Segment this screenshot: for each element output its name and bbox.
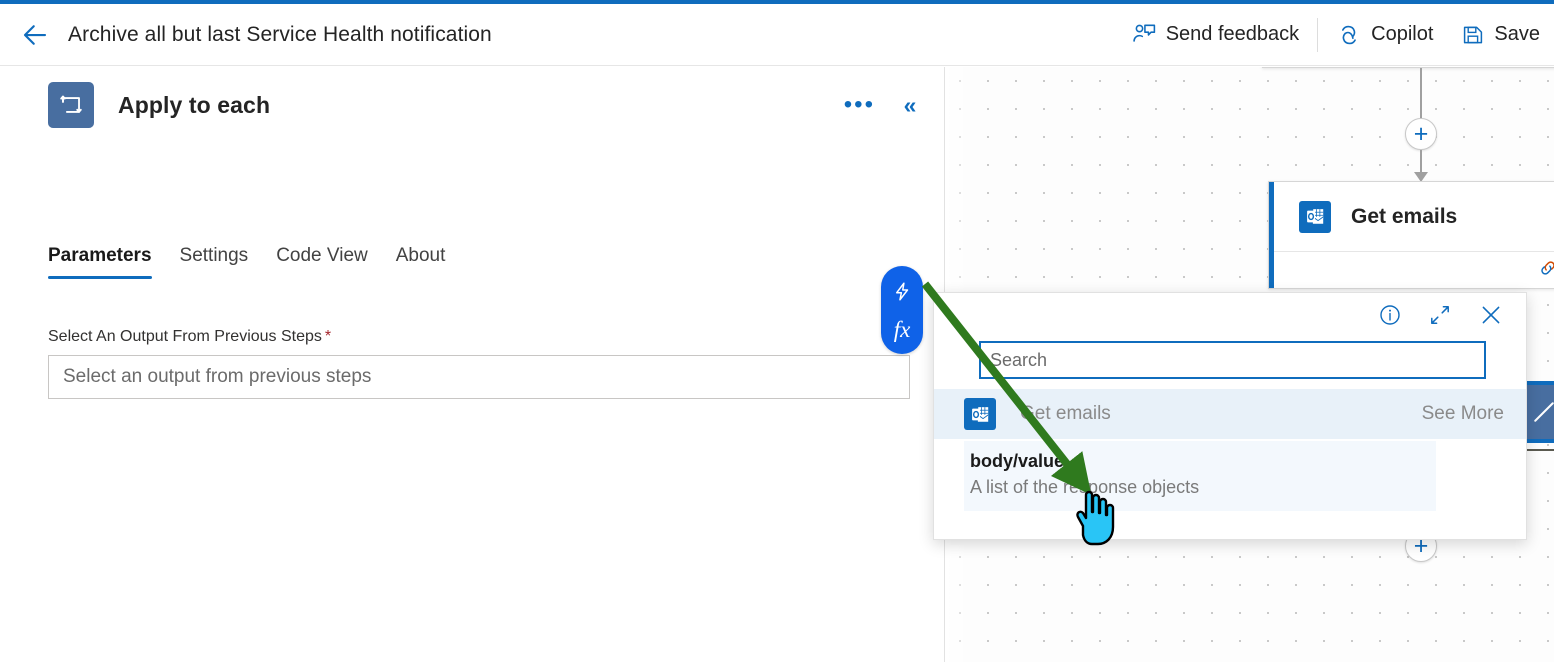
tab-about[interactable]: About bbox=[382, 245, 460, 279]
dynamic-content-item-name: body/value bbox=[970, 451, 1065, 471]
copilot-icon bbox=[1336, 22, 1362, 48]
apply-to-each-loop-icon bbox=[48, 82, 94, 128]
tab-parameters[interactable]: Parameters bbox=[48, 245, 166, 279]
person-feedback-icon bbox=[1132, 22, 1157, 47]
flow-node-get-emails-header: Get emails bbox=[1269, 182, 1554, 251]
save-label: Save bbox=[1494, 23, 1540, 45]
outlook-icon bbox=[1299, 200, 1331, 233]
dynamic-content-item-description: A list of the response objects bbox=[970, 477, 1200, 497]
connector-line-upper bbox=[1420, 68, 1422, 118]
flyout-header bbox=[934, 293, 1526, 337]
page-title: Archive all but last Service Health noti… bbox=[68, 22, 492, 46]
flyout-search-wrapper: Search bbox=[934, 337, 1526, 389]
dynamic-content-pill[interactable]: fx bbox=[881, 266, 923, 354]
back-arrow-icon[interactable] bbox=[12, 12, 58, 58]
flow-node-partial-top[interactable] bbox=[1262, 67, 1554, 68]
dynamic-content-group-get-emails[interactable]: Get emails See More bbox=[934, 389, 1526, 439]
panel-tabs: Parameters Settings Code View About bbox=[48, 245, 459, 279]
panel-more-options-button[interactable]: ••• bbox=[844, 90, 875, 120]
output-field-label-text: Select An Output From Previous Steps bbox=[48, 328, 322, 345]
panel-header-actions: ••• « bbox=[844, 90, 923, 120]
command-bar-divider bbox=[1317, 17, 1319, 52]
panel-collapse-button[interactable]: « bbox=[897, 90, 923, 120]
tab-code-view[interactable]: Code View bbox=[262, 245, 382, 279]
copilot-label: Copilot bbox=[1371, 23, 1434, 45]
output-field-input[interactable]: Select an output from previous steps bbox=[48, 355, 910, 399]
flow-node-get-emails-label: Get emails bbox=[1351, 204, 1458, 228]
dynamic-content-group-label: Get emails bbox=[1020, 403, 1111, 424]
search-input[interactable]: Search bbox=[979, 341, 1486, 379]
output-field-label: Select An Output From Previous Steps * bbox=[48, 328, 331, 346]
see-more-link[interactable]: See More bbox=[1422, 403, 1504, 425]
close-x-icon[interactable] bbox=[1478, 302, 1504, 328]
info-circle-icon[interactable] bbox=[1378, 303, 1402, 327]
dynamic-content-item-body-value[interactable]: body/value A list of the response object… bbox=[964, 441, 1436, 511]
copilot-button[interactable]: Copilot bbox=[1322, 4, 1447, 65]
add-step-button-upper[interactable]: + bbox=[1405, 118, 1437, 150]
required-asterisk: * bbox=[324, 328, 332, 345]
command-bar-actions: Send feedback Copilot Save bbox=[1118, 4, 1554, 65]
flow-node-get-emails-footer bbox=[1269, 251, 1554, 289]
panel-title: Apply to each bbox=[118, 91, 271, 118]
lightning-bolt-icon[interactable] bbox=[887, 275, 917, 307]
outlook-icon bbox=[964, 398, 996, 430]
save-disk-icon bbox=[1461, 23, 1485, 47]
expression-fx-label: fx bbox=[893, 316, 911, 342]
apply-to-each-loop-icon bbox=[1534, 402, 1554, 422]
expand-diagonal-icon[interactable] bbox=[1428, 303, 1452, 327]
dynamic-content-flyout: Search Get emails See More body/value A … bbox=[933, 292, 1527, 540]
expression-fx-button[interactable]: fx bbox=[887, 313, 917, 345]
power-automate-designer: Archive all but last Service Health noti… bbox=[0, 0, 1554, 662]
connector-line-lower bbox=[1420, 150, 1422, 174]
command-bar: Archive all but last Service Health noti… bbox=[0, 4, 1554, 66]
save-button[interactable]: Save bbox=[1447, 4, 1554, 65]
flow-node-get-emails[interactable]: Get emails bbox=[1268, 181, 1554, 289]
send-feedback-label: Send feedback bbox=[1165, 23, 1300, 45]
search-placeholder: Search bbox=[990, 349, 1048, 370]
action-details-panel: Apply to each ••• « Parameters Settings … bbox=[0, 67, 945, 662]
send-feedback-button[interactable]: Send feedback bbox=[1118, 4, 1313, 65]
output-field-placeholder: Select an output from previous steps bbox=[63, 366, 372, 387]
connection-reference-icon[interactable] bbox=[1537, 257, 1554, 284]
tab-settings[interactable]: Settings bbox=[166, 245, 263, 279]
panel-header: Apply to each ••• « bbox=[0, 82, 944, 128]
